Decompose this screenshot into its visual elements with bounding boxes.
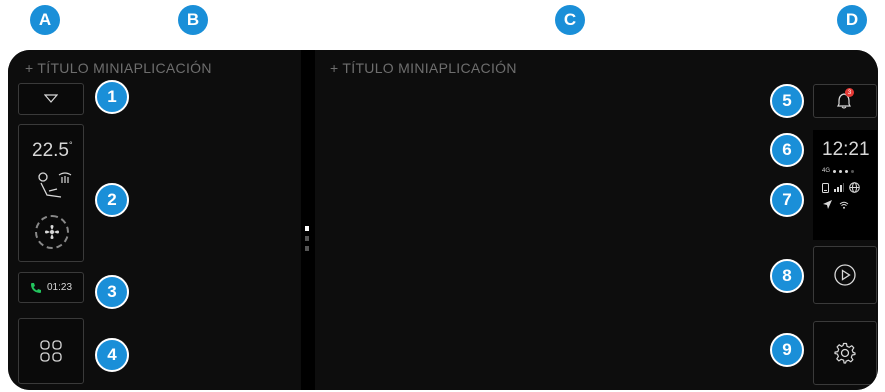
callout-3: 3 [95, 275, 129, 309]
fan-speed-dial[interactable] [35, 215, 69, 249]
callout-4: 4 [95, 338, 129, 372]
connectivity-row [822, 182, 860, 193]
left-panel-title[interactable]: + TÍTULO MINIAPLICACIÓN [25, 60, 212, 76]
temperature-value: 22.5 [32, 140, 69, 161]
clock: 12:21 [822, 139, 870, 160]
app-grid-icon [40, 340, 62, 362]
callout-9: 9 [770, 333, 804, 367]
media-play-button[interactable] [813, 246, 877, 304]
callout-6: 6 [770, 133, 804, 167]
fan-icon [45, 225, 59, 239]
callout-8: 8 [770, 259, 804, 293]
network-type: 4G [822, 168, 831, 174]
play-icon [834, 264, 856, 286]
panel-resize-handle[interactable] [305, 226, 309, 256]
climate-temperature: 22.5° [32, 140, 73, 162]
column-marker-c: C [555, 5, 585, 35]
location-wifi-row [823, 200, 849, 209]
climate-widget[interactable]: 22.5° [18, 124, 84, 262]
active-call-widget[interactable]: 01:23 [18, 272, 84, 303]
car-display: + TÍTULO MINIAPLICACIÓN + TÍTULO MINIAPL… [8, 50, 878, 390]
globe-icon [849, 182, 860, 193]
defrost-icon [58, 172, 72, 183]
column-marker-b: B [178, 5, 208, 35]
callout-5: 5 [770, 84, 804, 118]
settings-button[interactable] [813, 321, 877, 385]
gear-icon [834, 342, 856, 364]
main-panel-title[interactable]: + TÍTULO MINIAPLICACIÓN [330, 60, 517, 76]
phone-device-icon [822, 182, 829, 193]
notifications-button[interactable]: 3 [813, 84, 877, 118]
chevron-down-icon [44, 94, 58, 103]
column-marker-a: A [30, 5, 60, 35]
network-indicator: 4G [822, 168, 855, 174]
callout-7: 7 [770, 183, 804, 217]
callout-1: 1 [95, 80, 129, 114]
temperature-degree: ° [68, 140, 73, 150]
collapse-dropdown-button[interactable] [18, 83, 84, 115]
phone-call-icon [30, 282, 41, 293]
column-marker-d: D [837, 5, 867, 35]
wifi-icon [839, 201, 849, 209]
notification-count-badge: 3 [845, 88, 854, 97]
status-area: 12:21 4G [813, 130, 877, 240]
navigation-icon [823, 200, 832, 209]
signal-icon [834, 183, 844, 192]
call-duration: 01:23 [46, 282, 73, 293]
callout-2: 2 [95, 183, 129, 217]
app-launcher-button[interactable] [18, 318, 84, 384]
